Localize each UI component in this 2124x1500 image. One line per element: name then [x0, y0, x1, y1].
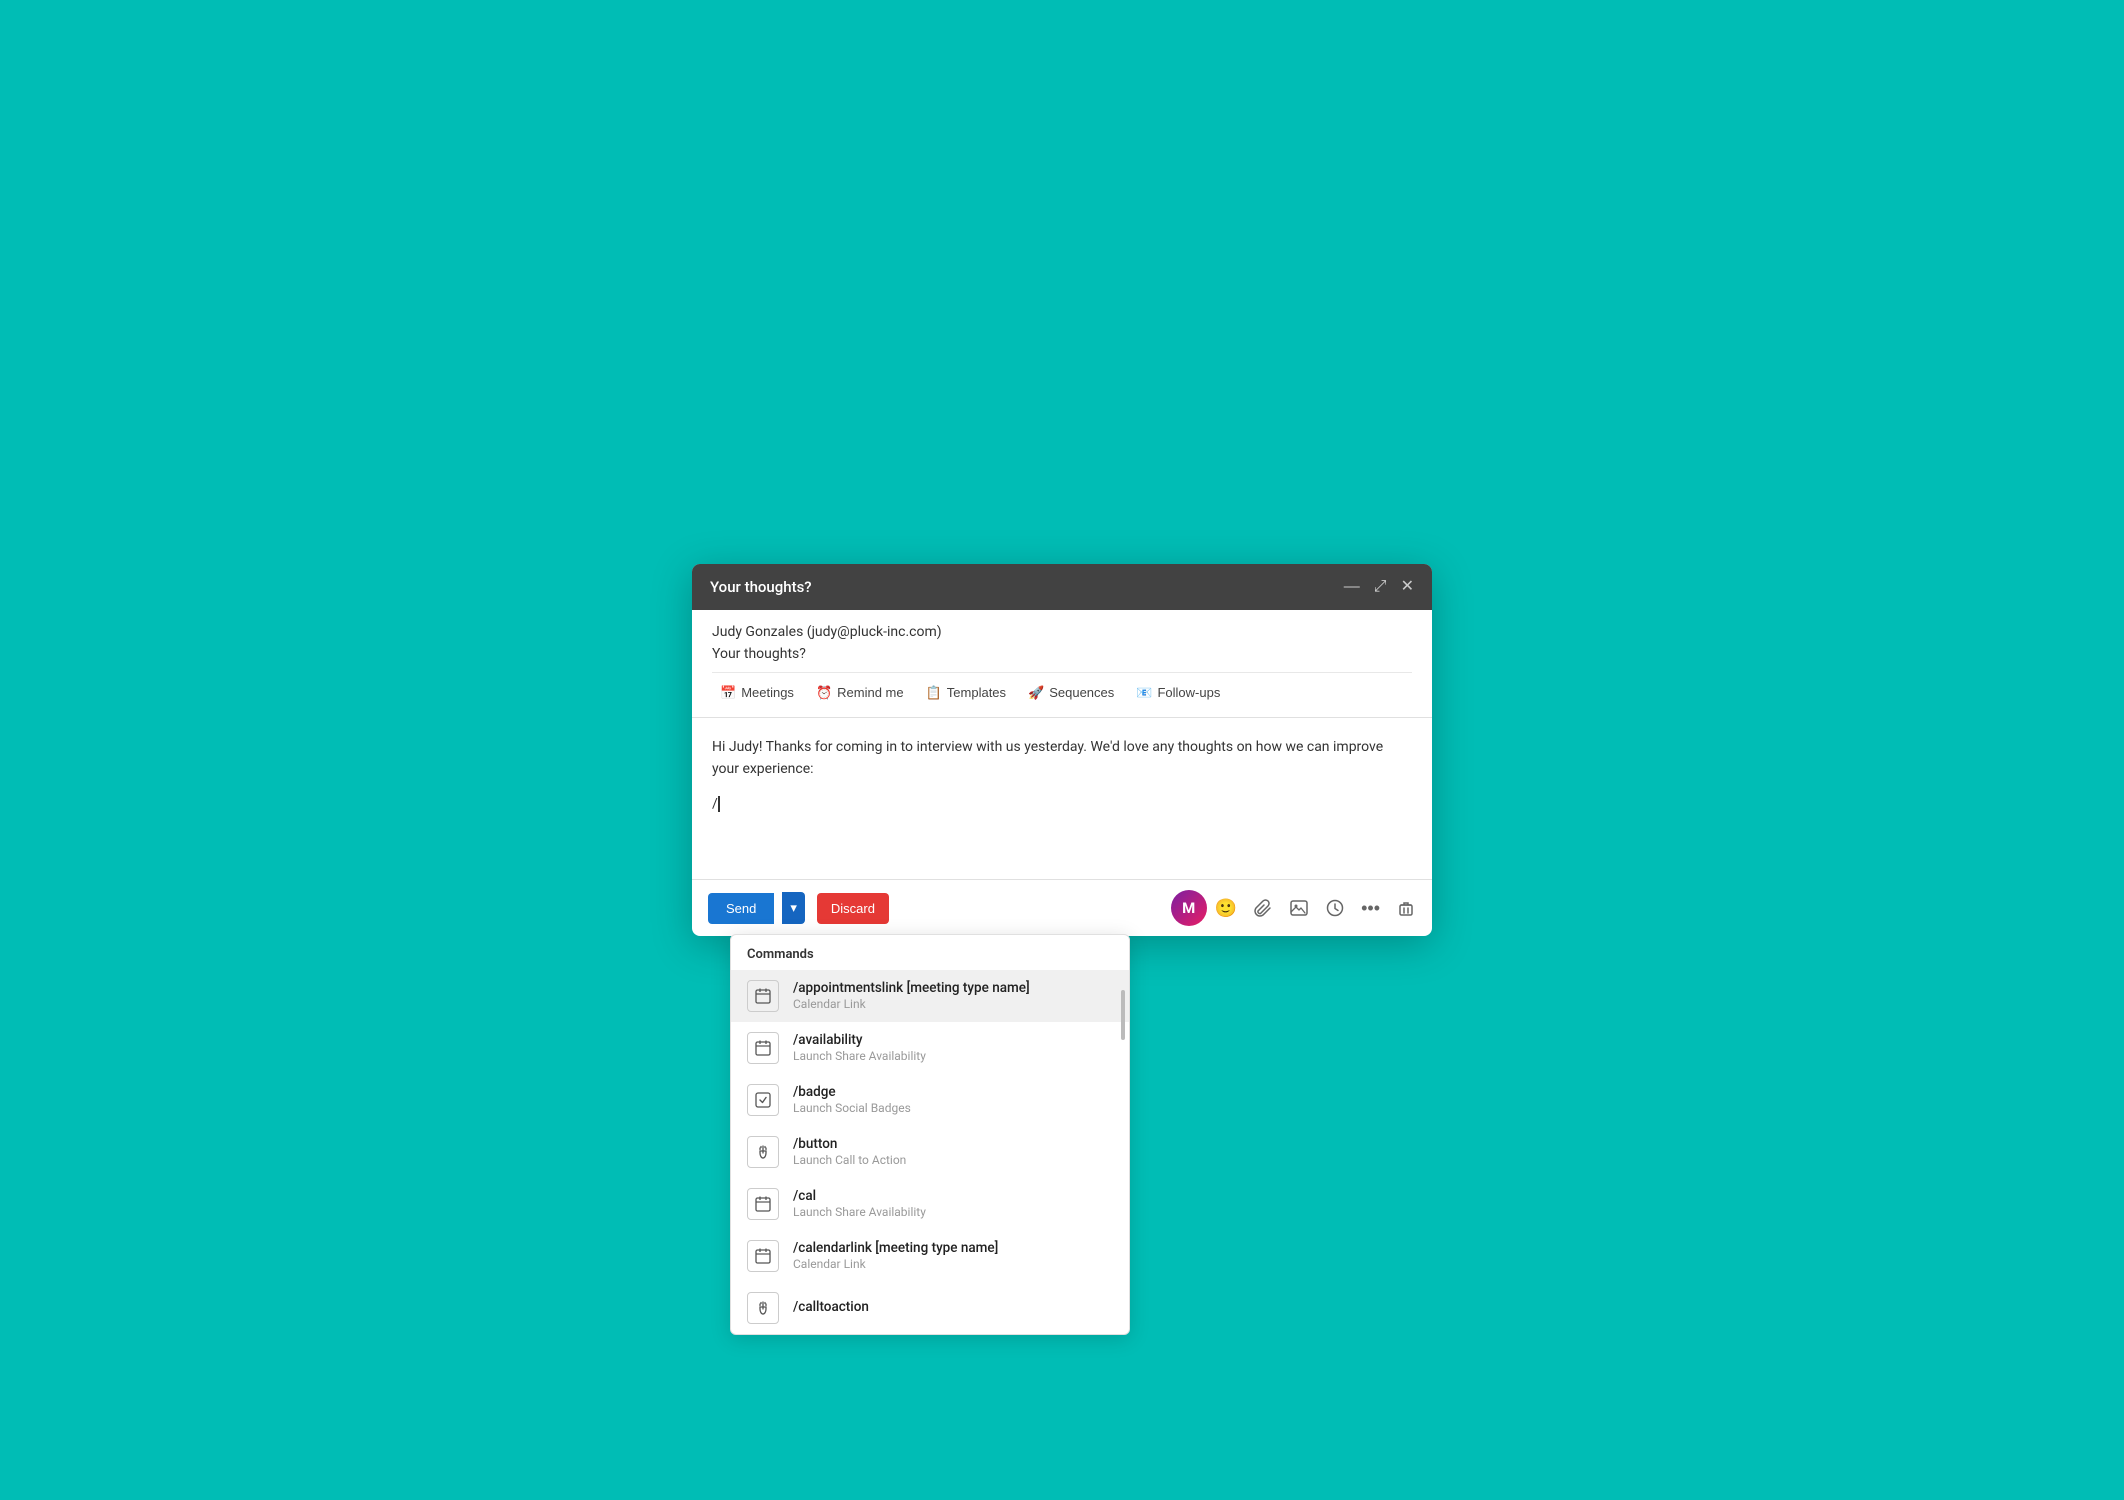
calendar-icon — [747, 1188, 779, 1220]
body-spacer — [692, 819, 1432, 879]
expand-button[interactable]: ⤢ — [1374, 579, 1387, 595]
command-item-cal[interactable]: /cal Launch Share Availability — [731, 1178, 1129, 1230]
footer-row: Send ▾ Discard M 🙂 — [692, 879, 1432, 936]
command-badge-text: /badge Launch Social Badges — [793, 1084, 911, 1115]
email-to: Judy Gonzales (judy@pluck-inc.com) — [712, 624, 1412, 640]
command-item-calendarlink[interactable]: /calendarlink [meeting type name] Calend… — [731, 1230, 1129, 1282]
toolbar-templates-label: Templates — [947, 685, 1006, 700]
email-icon: 📧 — [1136, 685, 1152, 701]
toolbar-sequences-label: Sequences — [1049, 685, 1114, 700]
attach-button[interactable] — [1253, 898, 1273, 918]
commands-header: Commands — [731, 935, 1129, 970]
hand-icon — [747, 1292, 779, 1324]
command-item-button[interactable]: /button Launch Call to Action — [731, 1126, 1129, 1178]
toolbar-meetings-button[interactable]: 📅 Meetings — [712, 681, 802, 705]
badge-icon — [747, 1084, 779, 1116]
emoji-button[interactable]: 🙂 — [1215, 898, 1237, 919]
command-item-calltoaction[interactable]: /calltoaction — [731, 1282, 1129, 1334]
command-availability-text: /availability Launch Share Availability — [793, 1032, 926, 1063]
command-item-appointmentslink[interactable]: /appointmentslink [meeting type name] Ca… — [731, 970, 1129, 1022]
email-header: Judy Gonzales (judy@pluck-inc.com) Your … — [692, 610, 1432, 718]
command-button-desc: Launch Call to Action — [793, 1153, 906, 1167]
commands-list: /appointmentslink [meeting type name] Ca… — [731, 970, 1129, 1334]
toolbar-remindme-button[interactable]: ⏰ Remind me — [808, 681, 912, 705]
command-item-availability[interactable]: /availability Launch Share Availability — [731, 1022, 1129, 1074]
title-bar: Your thoughts? — ⤢ ✕ — [692, 564, 1432, 610]
avatar: M — [1171, 890, 1207, 926]
email-body: Hi Judy! Thanks for coming in to intervi… — [692, 718, 1432, 819]
schedule-button[interactable] — [1325, 898, 1345, 918]
command-item-badge[interactable]: /badge Launch Social Badges — [731, 1074, 1129, 1126]
toolbar-remindme-label: Remind me — [837, 685, 903, 700]
command-cal-desc: Launch Share Availability — [793, 1205, 926, 1219]
command-cal-name: /cal — [793, 1188, 926, 1204]
command-button-text: /button Launch Call to Action — [793, 1136, 906, 1167]
send-arrow-button[interactable]: ▾ — [782, 892, 805, 924]
command-calendarlink-text: /calendarlink [meeting type name] Calend… — [793, 1240, 998, 1271]
toolbar-sequences-button[interactable]: 🚀 Sequences — [1020, 681, 1122, 705]
discard-button[interactable]: Discard — [817, 893, 889, 924]
calendar-icon — [747, 1240, 779, 1272]
command-button-name: /button — [793, 1136, 906, 1152]
send-button[interactable]: Send — [708, 893, 774, 924]
document-icon: 📋 — [926, 685, 942, 701]
commands-dropdown: Commands /appointmentslink [meeting type… — [730, 934, 1130, 1335]
email-body-text: Hi Judy! Thanks for coming in to intervi… — [712, 736, 1412, 781]
command-cal-text: /cal Launch Share Availability — [793, 1188, 926, 1219]
minimize-button[interactable]: — — [1344, 579, 1360, 595]
window-title: Your thoughts? — [710, 578, 812, 596]
image-button[interactable] — [1289, 898, 1309, 918]
email-compose-modal: Your thoughts? — ⤢ ✕ Judy Gonzales (judy… — [692, 564, 1432, 936]
calendar-icon: 📅 — [720, 685, 736, 701]
command-appointmentslink-name: /appointmentslink [meeting type name] — [793, 980, 1030, 996]
close-button[interactable]: ✕ — [1401, 579, 1414, 595]
rocket-icon: 🚀 — [1028, 685, 1044, 701]
calendar-icon — [747, 1032, 779, 1064]
more-button[interactable]: ••• — [1361, 898, 1380, 919]
toolbar-templates-button[interactable]: 📋 Templates — [918, 681, 1014, 705]
command-calendarlink-name: /calendarlink [meeting type name] — [793, 1240, 998, 1256]
toolbar-row: 📅 Meetings ⏰ Remind me 📋 Templates 🚀 Seq… — [712, 672, 1412, 709]
delete-button[interactable] — [1396, 898, 1416, 918]
command-calltoaction-name: /calltoaction — [793, 1299, 869, 1315]
toolbar-followups-button[interactable]: 📧 Follow-ups — [1128, 681, 1228, 705]
command-calltoaction-text: /calltoaction — [793, 1299, 869, 1316]
command-badge-desc: Launch Social Badges — [793, 1101, 911, 1115]
command-calendarlink-desc: Calendar Link — [793, 1257, 998, 1271]
footer-icons: 🙂 ••• — [1215, 898, 1416, 919]
command-availability-desc: Launch Share Availability — [793, 1049, 926, 1063]
alarm-icon: ⏰ — [816, 685, 832, 701]
command-badge-name: /badge — [793, 1084, 911, 1100]
toolbar-followups-label: Follow-ups — [1157, 685, 1220, 700]
toolbar-meetings-label: Meetings — [741, 685, 794, 700]
cursor-line[interactable]: / — [712, 793, 1412, 815]
command-appointmentslink-desc: Calendar Link — [793, 997, 1030, 1011]
calendar-icon — [747, 980, 779, 1012]
hand-icon — [747, 1136, 779, 1168]
command-appointmentslink-text: /appointmentslink [meeting type name] Ca… — [793, 980, 1030, 1011]
title-bar-controls: — ⤢ ✕ — [1344, 579, 1414, 595]
email-subject: Your thoughts? — [712, 646, 1412, 662]
command-availability-name: /availability — [793, 1032, 926, 1048]
